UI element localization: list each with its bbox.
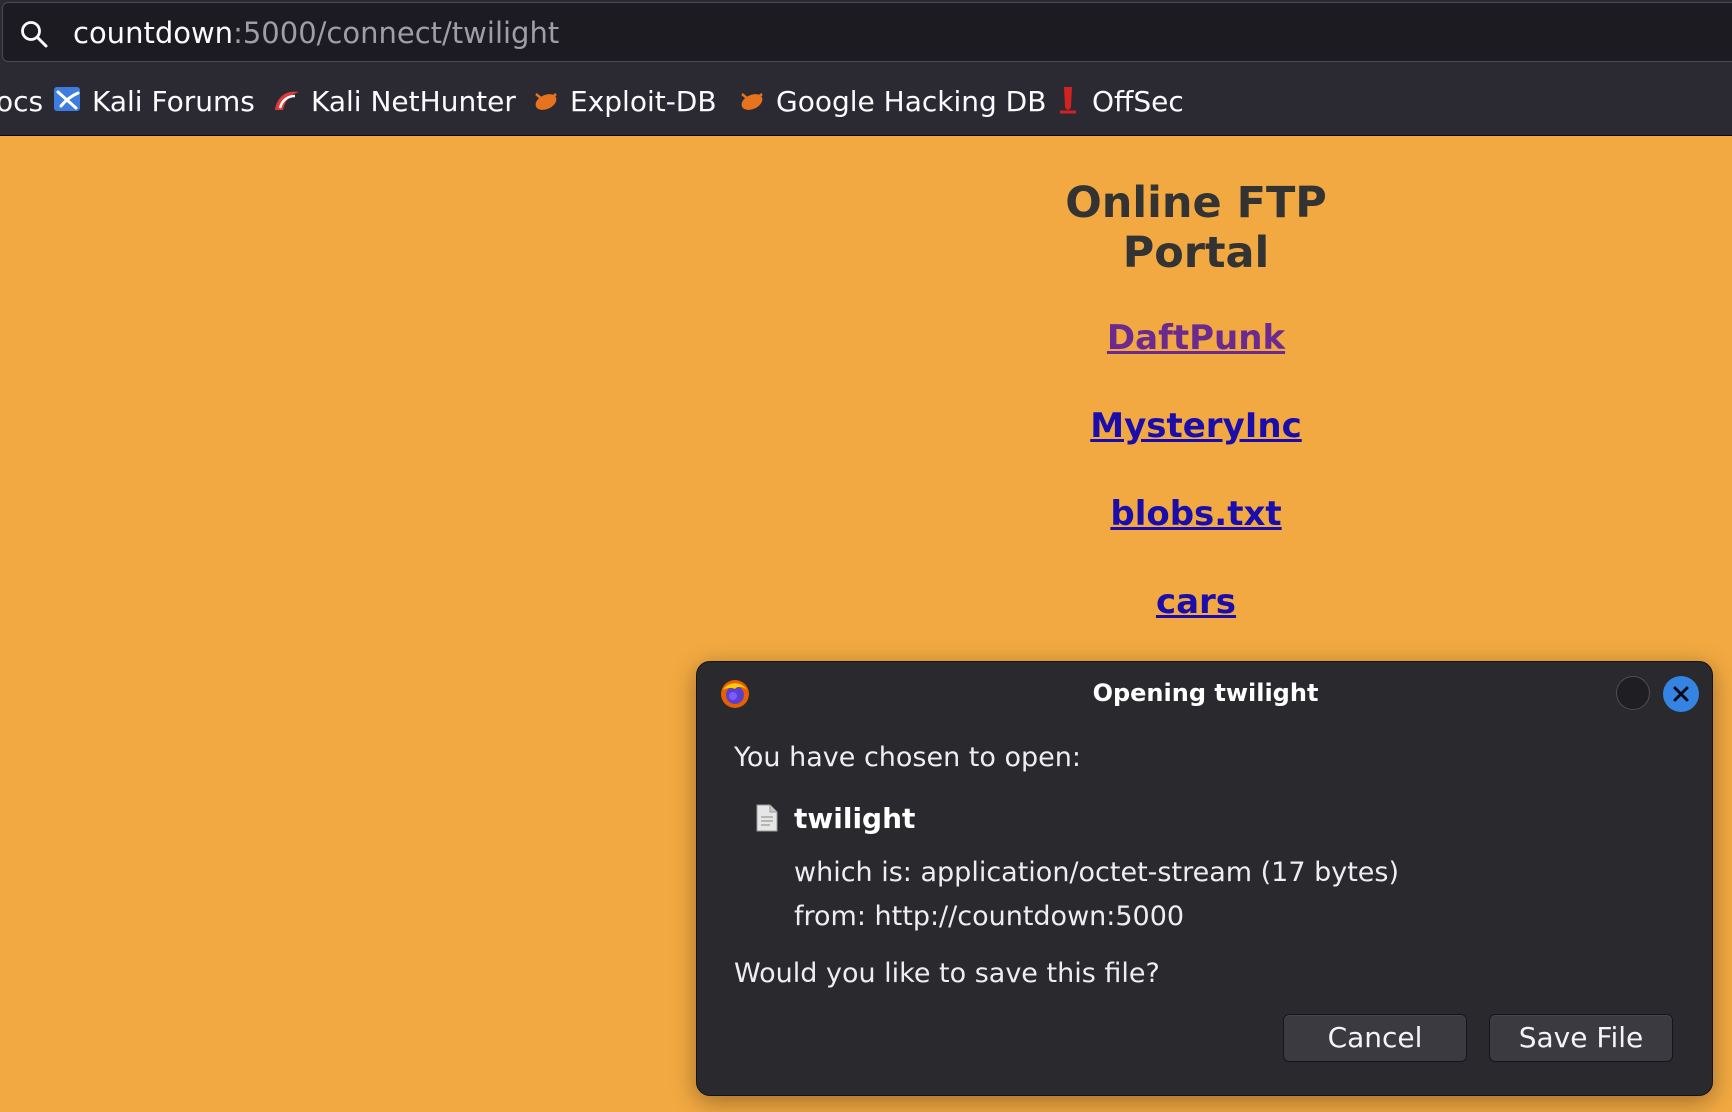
bookmark-kali-forums[interactable]: Kali Forums <box>52 68 255 135</box>
cancel-button[interactable]: Cancel <box>1283 1014 1467 1062</box>
bookmark-offsec[interactable]: OffSec <box>1052 68 1184 135</box>
bookmark-label: ocs <box>0 85 44 118</box>
file-link-blobs-txt[interactable]: blobs.txt <box>1000 494 1392 534</box>
ghdb-icon <box>741 93 763 110</box>
bookmark-label: Exploit-DB <box>570 85 717 118</box>
bookmarks-toolbar: ocs Kali Forums Kali NetHunter Exploit-D… <box>0 68 1732 136</box>
exploit-db-icon <box>535 93 557 110</box>
page-title: Online FTP Portal <box>1065 178 1327 278</box>
bookmark-label: Kali NetHunter <box>311 85 516 118</box>
bookmark-kali-nethunter[interactable]: Kali NetHunter <box>271 68 516 135</box>
url-text[interactable]: countdown:5000/connect/twilight <box>73 3 559 63</box>
navigation-toolbar: countdown:5000/connect/twilight <box>0 0 1732 68</box>
url-path: :5000/connect/twilight <box>233 16 560 50</box>
kali-nethunter-icon <box>275 91 299 110</box>
file-source-row: from: http://countdown:5000 <box>794 901 1184 932</box>
save-file-button[interactable]: Save File <box>1489 1014 1673 1062</box>
file-link-cars[interactable]: cars <box>1000 582 1392 622</box>
kali-forums-icon <box>54 87 80 111</box>
file-type-row: which is: application/octet-stream (17 b… <box>794 857 1399 888</box>
chosen-to-open-label: You have chosen to open: <box>734 742 1081 773</box>
bookmark-docs[interactable]: ocs <box>0 68 44 135</box>
close-icon <box>1673 686 1689 702</box>
file-name: twilight <box>794 802 916 835</box>
url-bar[interactable]: countdown:5000/connect/twilight <box>2 2 1732 62</box>
bookmark-label: OffSec <box>1092 85 1184 118</box>
bookmark-label: Kali Forums <box>92 85 255 118</box>
close-button[interactable] <box>1663 676 1699 712</box>
file-link-mysteryinc[interactable]: MysteryInc <box>1000 406 1392 446</box>
dialog-title: Opening twilight <box>1092 679 1319 707</box>
bookmark-google-hacking-db[interactable]: Google Hacking DB <box>736 68 1047 135</box>
save-question: Would you like to save this file? <box>734 958 1160 989</box>
bookmark-exploit-db[interactable]: Exploit-DB <box>530 68 717 135</box>
url-host: countdown <box>73 16 234 50</box>
open-file-dialog: Opening twilight You have chosen to open… <box>696 661 1713 1096</box>
search-icon <box>21 21 48 48</box>
which-is-label: which is: <box>794 857 912 888</box>
minimize-button[interactable] <box>1616 676 1650 710</box>
file-type-value: application/octet-stream (17 bytes) <box>920 857 1400 888</box>
offsec-icon <box>1060 87 1076 114</box>
bookmark-label: Google Hacking DB <box>776 85 1047 118</box>
document-icon <box>756 804 778 832</box>
file-link-daftpunk[interactable]: DaftPunk <box>1000 318 1392 358</box>
file-source-value: http://countdown:5000 <box>874 901 1185 932</box>
from-label: from: <box>794 901 866 932</box>
